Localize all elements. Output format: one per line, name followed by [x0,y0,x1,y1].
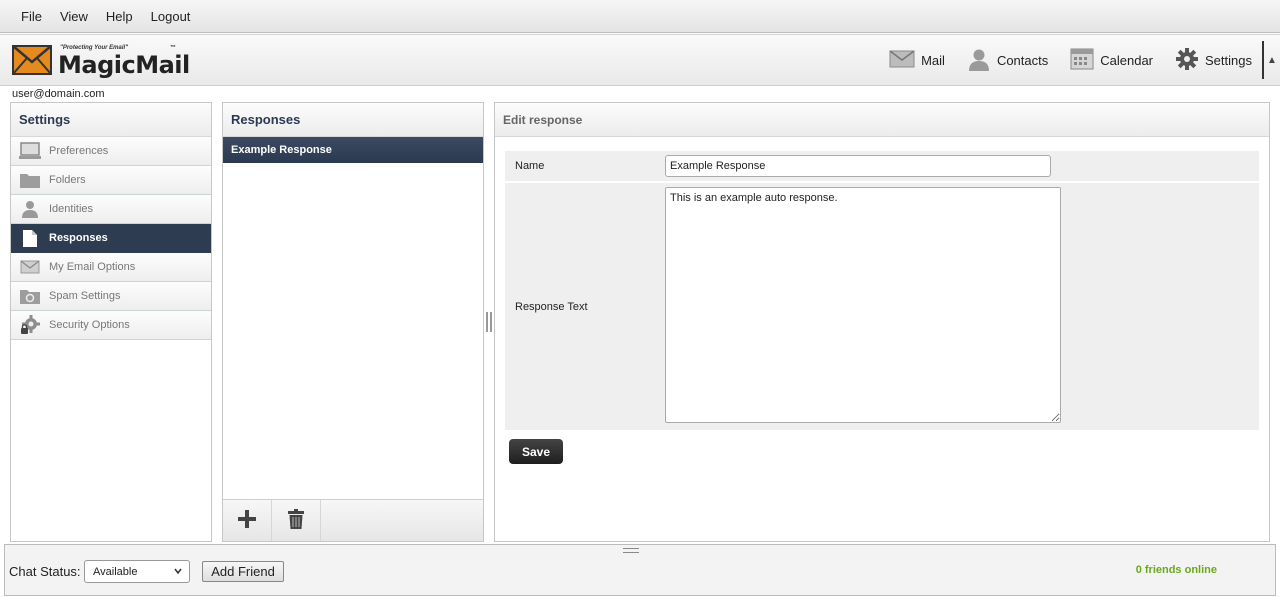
logo-name: MagicMail [58,51,190,79]
settings-item-label: Spam Settings [49,290,121,302]
menu-logout[interactable]: Logout [142,9,200,24]
settings-item-preferences[interactable]: Preferences [11,137,211,166]
delete-response-button[interactable] [272,500,321,541]
panel-splitter-handle[interactable] [486,312,492,332]
top-navigation: Mail Contacts Calendar Settings [867,35,1252,85]
menu-bar: File View Help Logout [0,0,1280,33]
response-text-row: Response Text This is an example auto re… [505,183,1259,430]
settings-item-label: My Email Options [49,261,136,273]
settings-item-label: Identities [49,203,94,215]
calendar-icon [1070,48,1094,73]
response-text-label: Response Text [515,300,588,313]
settings-item-identities[interactable]: Identities [11,195,211,224]
app-header: "Protecting Your Email" MagicMail ™ Mail… [0,34,1280,86]
user-email: user@domain.com [12,88,105,100]
menu-help[interactable]: Help [97,9,142,24]
menu-file[interactable]: File [12,9,51,24]
chevron-down-icon [173,566,183,579]
person-icon [19,199,41,219]
nav-calendar[interactable]: Calendar [1070,48,1153,73]
plus-icon [238,510,256,531]
nav-mail-label: Mail [921,52,945,68]
chat-status-select[interactable]: Available [84,560,190,583]
add-response-button[interactable] [223,500,272,541]
security-gear-icon [19,315,41,335]
response-list-item[interactable]: Example Response [223,137,483,163]
envelope-icon [19,257,41,277]
friends-online-count[interactable]: 0 friends online [1136,564,1217,576]
edit-response-panel: Edit response Name Response Text This is… [494,102,1270,542]
settings-item-responses[interactable]: Responses [11,224,211,253]
nav-mail[interactable]: Mail [889,49,945,71]
trash-icon [288,509,304,532]
chat-bar: Chat Status: Available Add Friend 0 frie… [4,544,1276,596]
settings-item-security-options[interactable]: Security Options [11,311,211,340]
magicmail-logo: "Protecting Your Email" MagicMail ™ [12,43,190,79]
gear-icon [1175,47,1199,74]
nav-calendar-label: Calendar [1100,52,1154,68]
mail-icon [889,49,915,71]
settings-item-label: Preferences [49,145,109,157]
chevron-up-icon: ▲ [1267,54,1277,66]
name-row: Name [505,151,1259,181]
add-friend-button[interactable]: Add Friend [202,561,284,582]
chat-resize-handle[interactable] [623,548,639,553]
settings-item-spam-settings[interactable]: Spam Settings [11,282,211,311]
settings-item-label: Security Options [49,319,130,331]
settings-item-folders[interactable]: Folders [11,166,211,195]
menu-view[interactable]: View [51,9,97,24]
settings-title: Settings [11,103,211,137]
response-name-input[interactable] [665,155,1051,177]
settings-item-my-email-options[interactable]: My Email Options [11,253,211,282]
spam-folder-icon [19,286,41,306]
response-form: Name Response Text This is an example au… [505,151,1259,432]
settings-panel: Settings Preferences Folders Identities … [10,102,212,542]
collapse-header-button[interactable]: ▲ [1262,41,1280,79]
chat-status-label: Chat Status: [9,564,81,579]
name-label: Name [515,160,545,172]
edit-response-title: Edit response [495,103,1269,137]
document-icon [19,228,41,248]
nav-contacts[interactable]: Contacts [967,47,1048,74]
responses-panel: Responses Example Response [222,102,484,542]
response-text-area[interactable]: This is an example auto response. [665,187,1061,423]
chat-status-value: Available [93,565,138,578]
contacts-icon [967,47,991,74]
settings-item-label: Responses [49,232,108,244]
monitor-icon [19,141,41,161]
logo-trademark: ™ [170,45,176,51]
responses-title: Responses [223,103,483,137]
responses-toolbar [223,499,483,541]
nav-contacts-label: Contacts [996,52,1049,68]
envelope-logo-icon [12,45,52,75]
folder-icon [19,170,41,190]
nav-settings[interactable]: Settings [1175,47,1252,74]
save-button[interactable]: Save [509,439,563,464]
nav-settings-label: Settings [1205,52,1252,68]
settings-item-label: Folders [49,174,86,186]
